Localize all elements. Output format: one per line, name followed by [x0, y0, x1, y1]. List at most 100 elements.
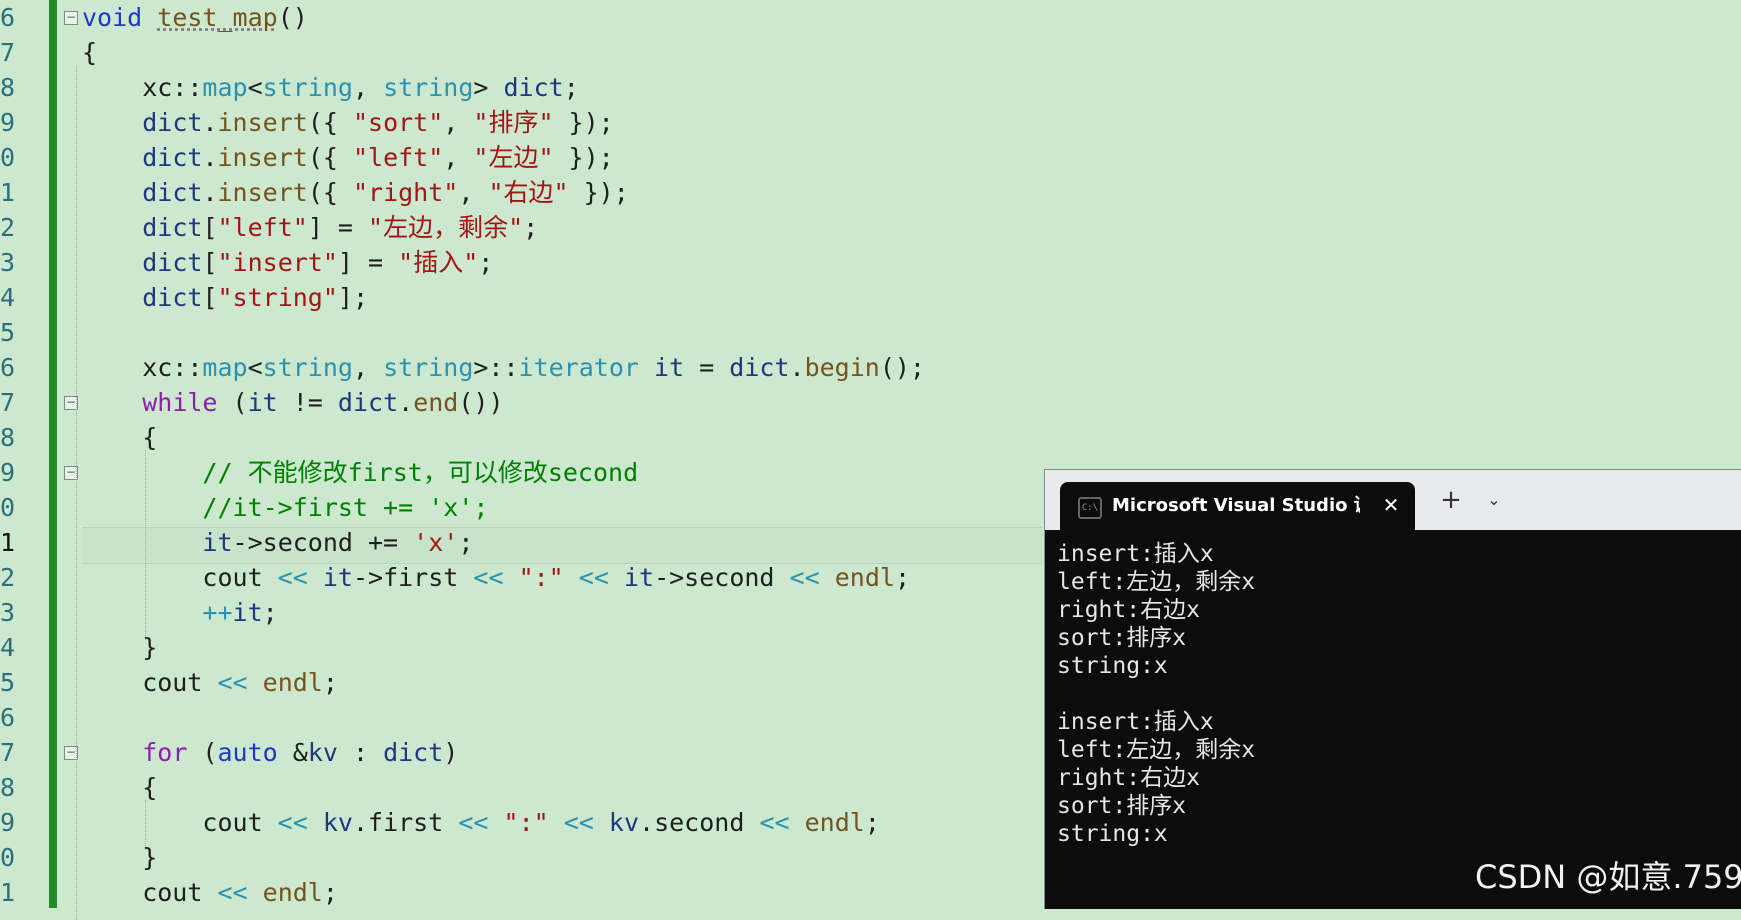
code-token: ,: [443, 143, 474, 172]
code-line[interactable]: dict["string"];: [82, 280, 368, 315]
code-token: ();: [879, 353, 925, 382]
code-line[interactable]: dict.insert({ "sort", "排序" });: [82, 105, 614, 140]
code-token: // 不能修改first，可以修改second: [202, 458, 639, 487]
line-number: 0: [0, 143, 16, 172]
line-number: 1: [0, 878, 16, 907]
code-line[interactable]: {: [82, 420, 157, 455]
code-token: test_map: [157, 3, 278, 32]
code-line[interactable]: xc::map<string, string> dict;: [82, 70, 579, 105]
line-number: 0: [0, 843, 16, 872]
code-line[interactable]: dict["left"] = "左边，剩余";: [82, 210, 538, 245]
code-token: {: [82, 773, 158, 802]
code-token: while: [142, 388, 218, 417]
fold-toggle-icon[interactable]: −: [64, 11, 78, 25]
line-number: 9: [0, 108, 16, 137]
code-line[interactable]: dict["insert"] = "插入";: [82, 245, 493, 280]
line-number: 4: [0, 633, 16, 662]
code-token: it: [232, 598, 263, 627]
code-line[interactable]: void test_map(): [82, 0, 308, 35]
code-token: +=: [352, 528, 414, 557]
code-line[interactable]: cout << endl;: [82, 875, 338, 910]
code-token: kv: [322, 808, 353, 837]
line-number: 8: [0, 423, 16, 452]
code-token: }: [82, 633, 158, 662]
code-line[interactable]: xc::map<string, string>::iterator it = d…: [82, 350, 925, 385]
code-line[interactable]: while (it != dict.end()): [82, 385, 503, 420]
code-token: <<: [578, 563, 609, 592]
code-token: .: [789, 353, 805, 382]
code-token: "left": [352, 143, 444, 172]
code-token: ;: [894, 563, 910, 592]
code-token: .: [639, 808, 655, 837]
console-tab-title: Microsoft Visual Studio 调试控制台: [1112, 495, 1360, 516]
code-token: endl: [804, 808, 865, 837]
change-tracking-bar: [49, 0, 57, 908]
code-line[interactable]: cout << endl;: [82, 665, 338, 700]
code-token: second: [684, 563, 775, 592]
line-number: 5: [0, 318, 16, 347]
console-title-bar[interactable]: C:\ Microsoft Visual Studio 调试控制台 ✕ + ⌄: [1045, 470, 1741, 530]
line-number: 3: [0, 598, 16, 627]
code-line[interactable]: dict.insert({ "right", "右边" });: [82, 175, 629, 210]
line-number: 0: [0, 493, 16, 522]
code-line[interactable]: cout << kv.first << ":" << kv.second << …: [82, 805, 880, 840]
code-token: });: [553, 143, 614, 172]
code-token: !=: [277, 388, 338, 417]
code-token: string: [383, 353, 474, 382]
chevron-down-icon[interactable]: ⌄: [1481, 486, 1507, 514]
code-line[interactable]: }: [82, 630, 157, 665]
code-token: dict: [337, 388, 399, 417]
code-token: ];: [337, 283, 369, 312]
code-token: dict: [142, 178, 203, 207]
console-output-line: insert:插入x: [1057, 541, 1214, 567]
code-token: first: [368, 808, 444, 837]
code-token: ;: [478, 248, 494, 277]
debug-console-window[interactable]: C:\ Microsoft Visual Studio 调试控制台 ✕ + ⌄ …: [1044, 469, 1741, 909]
code-token: <: [247, 73, 263, 102]
code-line[interactable]: cout << it->first << ":" << it->second <…: [82, 560, 910, 595]
code-token: it: [247, 388, 278, 417]
code-token: iterator: [518, 353, 639, 382]
code-line[interactable]: }: [82, 840, 157, 875]
console-output-line: insert:插入x: [1057, 709, 1214, 735]
console-output-line: string:x: [1057, 821, 1168, 847]
code-line[interactable]: dict.insert({ "left", "左边" });: [82, 140, 614, 175]
code-token: .: [202, 108, 218, 137]
terminal-icon: C:\: [1078, 497, 1102, 519]
line-number: 7: [0, 38, 16, 67]
close-icon[interactable]: ✕: [1378, 492, 1404, 518]
code-token: <<: [789, 563, 820, 592]
line-number: 2: [0, 213, 16, 242]
line-number: 6: [0, 3, 16, 32]
code-token: dict: [729, 353, 790, 382]
code-token: dict: [383, 738, 444, 767]
line-number: 8: [0, 73, 16, 102]
console-tab[interactable]: C:\ Microsoft Visual Studio 调试控制台 ✕: [1060, 482, 1415, 530]
code-line[interactable]: ++it;: [82, 595, 277, 630]
code-line[interactable]: {: [82, 770, 157, 805]
console-output-line: string:x: [1057, 653, 1168, 679]
code-token: <<: [277, 563, 308, 592]
code-token: dict: [142, 143, 203, 172]
code-token: endl: [834, 563, 895, 592]
code-line[interactable]: it->second += 'x';: [82, 525, 473, 560]
code-token: ;: [523, 213, 539, 242]
code-line[interactable]: //it->first += 'x';: [82, 490, 488, 525]
code-token: it: [623, 563, 655, 592]
code-token: ":": [518, 563, 564, 592]
code-token: "left": [217, 213, 308, 242]
line-number: 1: [0, 528, 16, 557]
code-line[interactable]: {: [82, 35, 97, 70]
new-tab-icon[interactable]: +: [1437, 486, 1465, 514]
code-line[interactable]: // 不能修改first，可以修改second: [82, 455, 638, 490]
code-line[interactable]: for (auto &kv : dict): [82, 735, 458, 770]
